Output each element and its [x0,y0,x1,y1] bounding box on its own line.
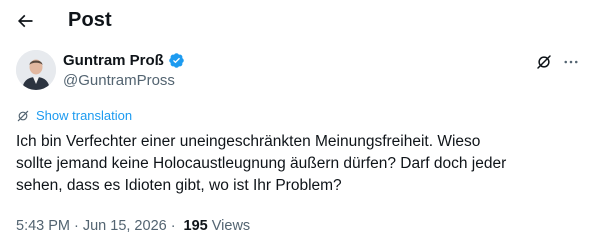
show-translation-label[interactable]: Show translation [36,108,132,123]
meta-separator: · [74,218,79,234]
arrow-left-icon [17,14,33,28]
tweet-text-line: Ich bin Verfechter einer uneingeschränkt… [16,133,481,150]
more-options-button[interactable] [561,52,581,72]
more-horizontal-icon [564,60,578,64]
tweet-text: Ich bin Verfechter einer uneingeschränkt… [16,131,576,197]
views-count[interactable]: 195 [184,218,208,234]
author-name-row[interactable]: Guntram Proß [63,52,185,69]
author-name[interactable]: Guntram Proß [63,52,164,69]
avatar-photo [16,50,56,90]
header-bar: Post [0,0,589,44]
author-handle[interactable]: @GuntramPross [63,72,175,89]
tweet-date[interactable]: Jun 15, 2026 [83,218,167,234]
avatar[interactable] [16,50,56,90]
verified-badge-icon[interactable] [168,52,185,69]
tweet-meta: 5:43 PM · Jun 15, 2026 · 195 Views [16,218,250,234]
tweet-text-line: sollte jemand keine Holocaustleugnung äu… [16,155,507,172]
views-label[interactable]: Views [212,218,250,234]
back-button[interactable] [8,4,42,38]
show-translation-button[interactable]: Show translation [16,108,132,123]
grok-button[interactable] [534,52,554,72]
meta-separator: · [170,218,176,234]
tweet-text-line: sehen, dass es Idioten gibt, wo ist Ihr … [16,177,342,194]
grok-icon [537,55,551,69]
tweet-time[interactable]: 5:43 PM [16,218,70,234]
translate-icon [17,110,29,121]
page-title: Post [68,9,112,31]
